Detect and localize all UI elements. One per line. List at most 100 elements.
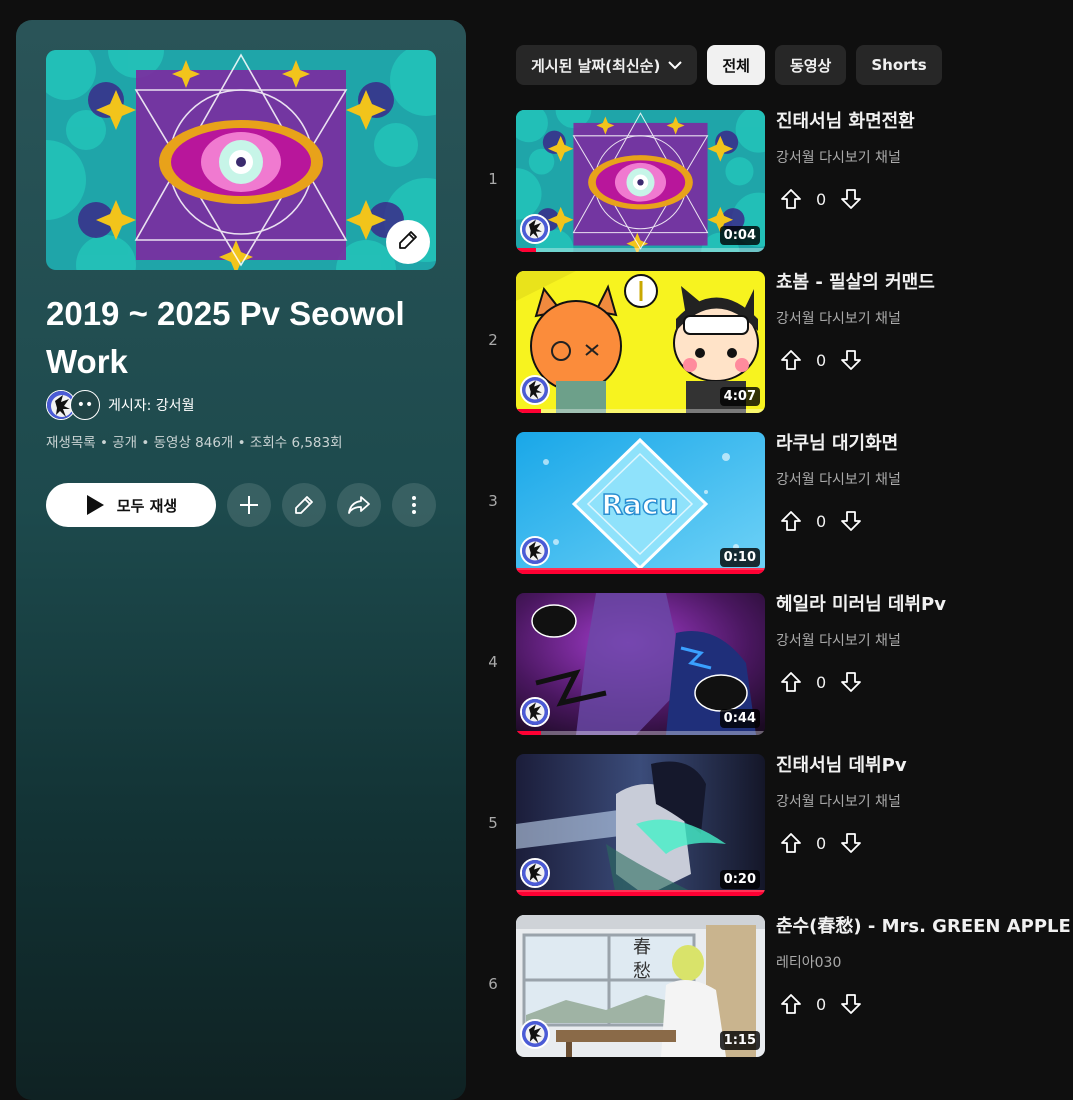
channel-avatar (520, 536, 550, 566)
chip-shorts[interactable]: Shorts (856, 45, 942, 85)
vote-count: 0 (816, 994, 827, 1014)
thumb-down-outline-icon[interactable] (840, 349, 862, 371)
video-duration: 0:10 (719, 548, 760, 567)
plus-icon (240, 496, 258, 514)
video-title[interactable]: 진태서님 데뷔Pv (776, 754, 1073, 778)
filter-bar: 게시된 날짜(최신순) 전체 동영상 Shorts (516, 45, 952, 85)
more-avatars-label: •• (76, 397, 94, 413)
channel-avatar (520, 858, 550, 888)
vote-count: 0 (816, 511, 827, 531)
chip-videos[interactable]: 동영상 (774, 45, 847, 85)
video-thumbnail[interactable]: 0:20 (516, 754, 765, 896)
chip-all[interactable]: 전체 (707, 45, 765, 85)
list-item[interactable]: 4 0:44 헤일라 미러님 데뷔Pv 강서월 다시보기 채널 0 (470, 593, 1073, 735)
thumb3-logo-text: Racu (602, 488, 679, 521)
vote-count: 0 (816, 350, 827, 370)
channel-avatar (520, 214, 550, 244)
playlist-title[interactable]: 2019 ~ 2025 Pv Seowol Work (46, 290, 446, 386)
vote-controls: 0 (780, 671, 862, 693)
sort-dropdown[interactable]: 게시된 날짜(최신순) (516, 45, 698, 85)
thumb-up-outline-icon[interactable] (780, 832, 802, 854)
vote-count: 0 (816, 672, 827, 692)
thumb-up-outline-icon[interactable] (780, 993, 802, 1015)
video-index: 2 (488, 331, 498, 349)
channel-avatar (520, 697, 550, 727)
video-index: 4 (488, 653, 498, 671)
more-vert-icon (412, 496, 416, 514)
vote-controls: 0 (780, 993, 862, 1015)
list-item[interactable]: 3 Racu 0:10 라쿠님 대기화면 강서월 다시보기 채널 0 (470, 432, 1073, 574)
list-item[interactable]: 5 0:20 진태서님 데뷔Pv 강서월 다시보기 채널 0 (470, 754, 1073, 896)
thumb-up-outline-icon[interactable] (780, 188, 802, 210)
watch-progress-bar (516, 409, 765, 413)
thumb-up-outline-icon[interactable] (780, 671, 802, 693)
video-duration: 1:15 (719, 1031, 760, 1050)
more-actions-button[interactable] (392, 483, 436, 527)
watch-progress-bar (516, 248, 765, 252)
thumb-down-outline-icon[interactable] (840, 188, 862, 210)
sort-label: 게시된 날짜(최신순) (531, 56, 661, 75)
thumb6-char-1: 春 (633, 937, 651, 958)
edit-button[interactable] (282, 483, 326, 527)
watch-progress-bar (516, 570, 765, 574)
thumb-up-outline-icon[interactable] (780, 349, 802, 371)
channel-avatar (520, 1019, 550, 1049)
channel-name[interactable]: 레티아030 (776, 952, 841, 972)
play-all-label: 모두 재생 (116, 496, 178, 515)
video-thumbnail[interactable]: Racu 0:10 (516, 432, 765, 574)
thumb-down-outline-icon[interactable] (840, 832, 862, 854)
thumb-down-outline-icon[interactable] (840, 510, 862, 532)
vote-count: 0 (816, 189, 827, 209)
thumb6-char-2: 愁 (633, 961, 651, 982)
thumb-down-outline-icon[interactable] (840, 993, 862, 1015)
collaborator-avatar[interactable]: •• (70, 390, 100, 420)
video-index: 6 (488, 975, 498, 993)
video-thumbnail[interactable]: 春 愁 1:15 (516, 915, 765, 1057)
video-title[interactable]: 라쿠님 대기화면 (776, 432, 1073, 456)
edit-thumbnail-button[interactable] (386, 220, 430, 264)
video-index: 3 (488, 492, 498, 510)
vote-count: 0 (816, 833, 827, 853)
owner-name[interactable]: 게시자: 강서월 (108, 395, 194, 415)
playlist-actions: 모두 재생 (46, 483, 436, 527)
list-item[interactable]: 6 春 愁 1:15 춘수(春愁) - Mrs. GREEN APPLE | C… (470, 915, 1073, 1057)
watch-progress-bar (516, 731, 765, 735)
channel-name[interactable]: 강서월 다시보기 채널 (776, 630, 901, 650)
vote-controls: 0 (780, 349, 862, 371)
video-duration: 0:44 (719, 709, 760, 728)
vote-controls: 0 (780, 832, 862, 854)
video-index: 1 (488, 170, 498, 188)
play-icon (86, 495, 104, 515)
watch-progress-bar (516, 892, 765, 896)
list-item[interactable]: 2 4:07 쵸봄 - 필살의 커맨드 강서월 다시보기 채널 0 (470, 271, 1073, 413)
thumb-up-outline-icon[interactable] (780, 510, 802, 532)
channel-avatar (520, 375, 550, 405)
channel-name[interactable]: 강서월 다시보기 채널 (776, 791, 901, 811)
channel-name[interactable]: 강서월 다시보기 채널 (776, 147, 901, 167)
playlist-thumbnail[interactable] (46, 50, 436, 270)
video-duration: 0:04 (719, 226, 760, 245)
video-title[interactable]: 진태서님 화면전환 (776, 110, 1073, 134)
video-title[interactable]: 헤일라 미러님 데뷔Pv (776, 593, 1073, 617)
channel-name[interactable]: 강서월 다시보기 채널 (776, 308, 901, 328)
thumb-down-outline-icon[interactable] (840, 671, 862, 693)
video-title[interactable]: 쵸봄 - 필살의 커맨드 (776, 271, 1073, 295)
playlist-owner: •• 게시자: 강서월 (46, 390, 194, 420)
video-index: 5 (488, 814, 498, 832)
play-all-button[interactable]: 모두 재생 (46, 483, 216, 527)
video-thumbnail[interactable]: 4:07 (516, 271, 765, 413)
chevron-down-icon (668, 61, 683, 70)
video-duration: 4:07 (719, 387, 760, 406)
add-to-button[interactable] (227, 483, 271, 527)
playlist-meta: 재생목록 • 공개 • 동영상 846개 • 조회수 6,583회 (46, 435, 343, 451)
vote-controls: 0 (780, 510, 862, 532)
video-duration: 0:20 (719, 870, 760, 889)
list-item[interactable]: 1 0:04 진태서님 화면전환 강서월 다시보기 채널 0 (470, 110, 1073, 252)
video-thumbnail[interactable]: 0:44 (516, 593, 765, 735)
video-thumbnail[interactable]: 0:04 (516, 110, 765, 252)
channel-name[interactable]: 강서월 다시보기 채널 (776, 469, 901, 489)
video-title[interactable]: 춘수(春愁) - Mrs. GREEN APPLE | C (776, 915, 1073, 939)
share-icon (348, 496, 370, 514)
playlist-header-panel: 2019 ~ 2025 Pv Seowol Work •• 게시자: 강서월 재… (16, 20, 466, 1100)
share-button[interactable] (337, 483, 381, 527)
